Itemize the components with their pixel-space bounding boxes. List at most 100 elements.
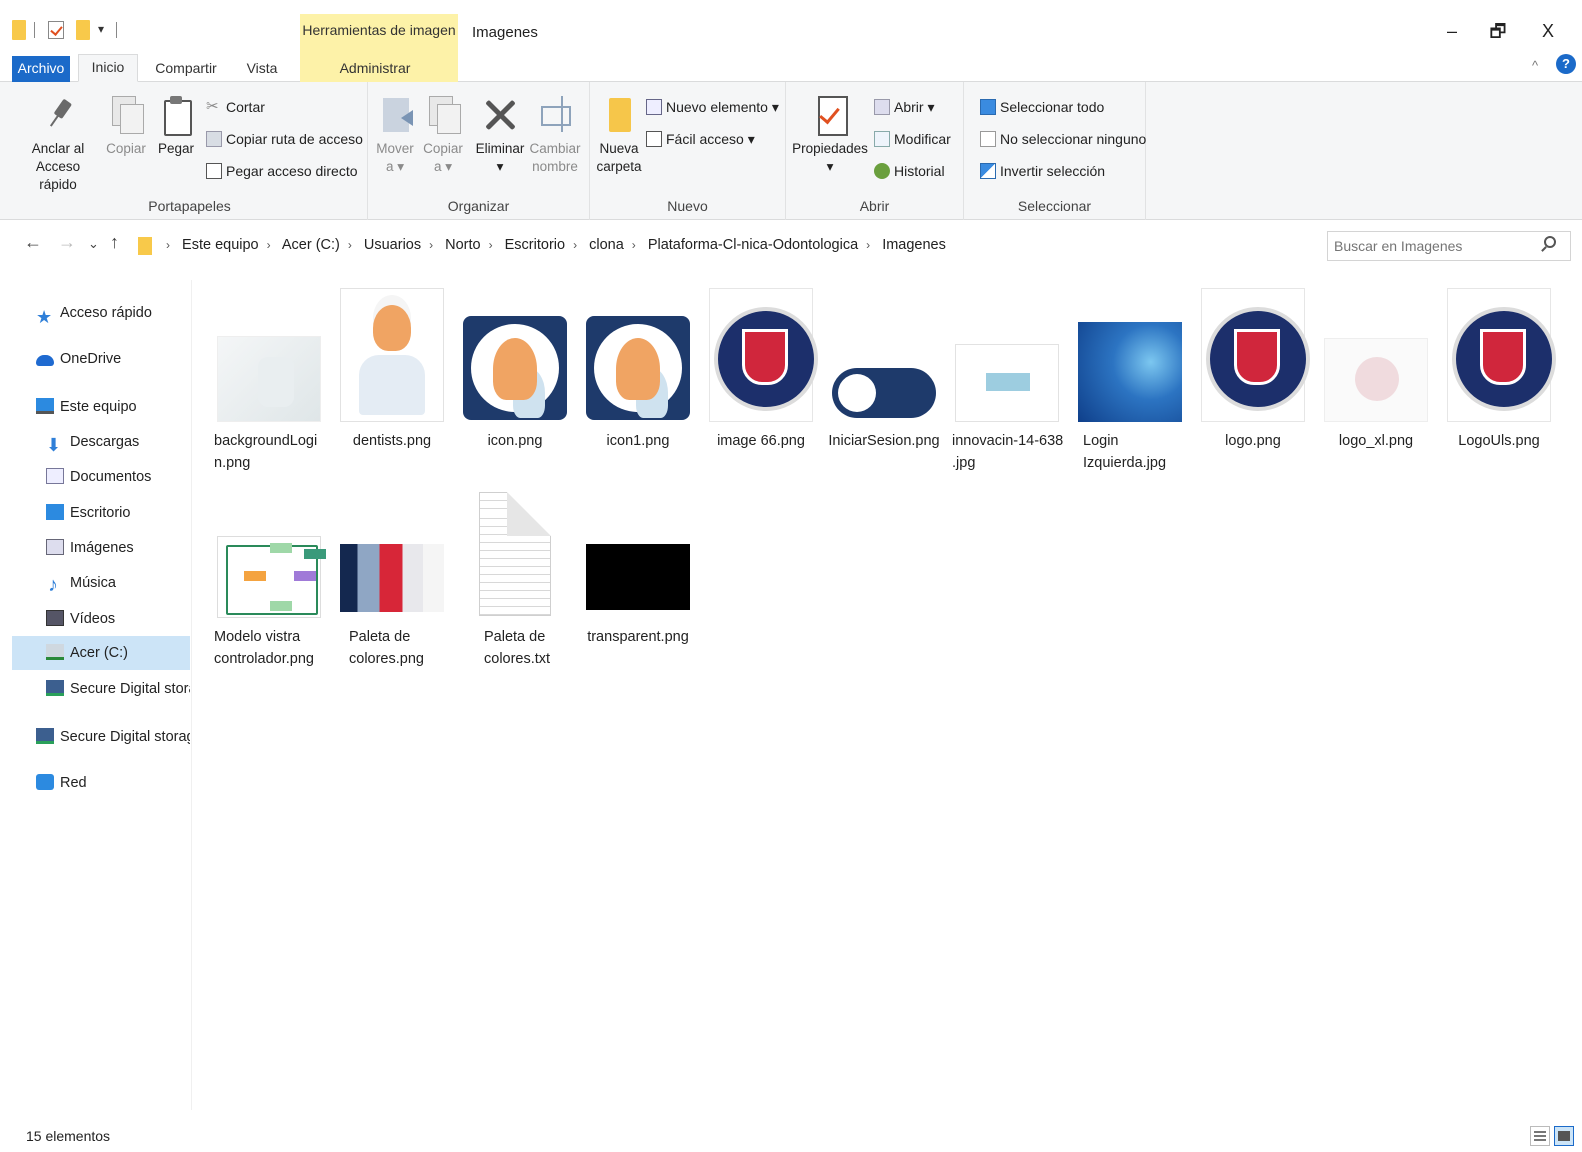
file-item-logo-xl[interactable]: logo_xl.png <box>1315 282 1437 452</box>
search-box[interactable] <box>1327 231 1571 261</box>
search-input[interactable] <box>1334 236 1534 256</box>
breadcrumb-separator[interactable]: › <box>267 238 271 252</box>
copy-button[interactable]: Copiar <box>104 94 148 158</box>
file-item-paleta-colores-png[interactable]: Paleta de colores.png <box>331 478 453 670</box>
collapse-ribbon-icon[interactable]: ^ <box>1532 58 1538 73</box>
image-thumbnail <box>217 336 321 422</box>
breadcrumb-separator[interactable]: › <box>429 238 433 252</box>
breadcrumb-plataforma[interactable]: Plataforma-Cl-nica-Odontologica <box>648 237 858 253</box>
file-item-backgroundlogin[interactable]: backgroundLogi n.png <box>208 282 330 474</box>
recent-locations-button[interactable]: ⌄ <box>88 236 99 252</box>
nav-item-acer-c[interactable]: Acer (C:) <box>12 636 190 670</box>
paste-shortcut-button[interactable]: Pegar acceso directo <box>206 160 358 182</box>
file-name: IniciarSesion.png <box>828 433 940 449</box>
breadcrumb-imagenes[interactable]: Imagenes <box>882 237 946 253</box>
nav-item-red[interactable]: Red <box>36 766 186 800</box>
file-name: innovacin-14-638 .jpg <box>952 433 1064 471</box>
file-item-modelo-vistra-controlador[interactable]: Modelo vistra controlador.png <box>208 478 330 670</box>
search-icon[interactable] <box>1544 236 1556 248</box>
file-item-icon[interactable]: icon.png <box>454 282 576 452</box>
restore-button[interactable]: 🗗 <box>1478 16 1518 46</box>
music-icon <box>46 568 64 600</box>
nav-item-imagenes[interactable]: Imágenes <box>46 531 186 565</box>
nav-item-musica[interactable]: Música <box>46 566 186 600</box>
file-item-logouls[interactable]: LogoUls.png <box>1438 282 1560 452</box>
help-icon[interactable]: ? <box>1556 54 1576 74</box>
breadcrumb-separator[interactable]: › <box>632 238 636 252</box>
new-item-button[interactable]: Nuevo elemento ▾ <box>646 96 779 118</box>
nav-item-secure-digital-1[interactable]: Secure Digital storage <box>46 672 190 706</box>
rename-button[interactable]: Cambiar nombre <box>528 94 582 176</box>
breadcrumb-norto[interactable]: Norto <box>445 237 480 253</box>
tab-administrar[interactable]: Administrar <box>330 56 420 82</box>
move-to-button[interactable]: Mover a ▾ <box>372 94 418 176</box>
nav-item-label: Este equipo <box>60 399 137 415</box>
nav-item-este-equipo[interactable]: Este equipo <box>36 390 186 424</box>
invert-selection-icon <box>980 163 996 179</box>
file-item-image-66[interactable]: image 66.png <box>700 282 822 452</box>
file-name: image 66.png <box>717 433 805 449</box>
file-item-icon1[interactable]: icon1.png <box>577 282 699 452</box>
back-button[interactable]: ← <box>24 232 42 253</box>
nav-item-label: Acer (C:) <box>70 645 128 661</box>
properties-button[interactable]: Propiedades ▾ <box>790 94 870 176</box>
nav-item-onedrive[interactable]: OneDrive <box>36 342 186 376</box>
image-thumbnail <box>1201 288 1310 422</box>
forward-button[interactable]: → <box>58 232 76 253</box>
select-all-label: Seleccionar todo <box>1000 99 1105 115</box>
tab-compartir[interactable]: Compartir <box>150 56 222 82</box>
select-none-button[interactable]: No seleccionar ninguno <box>980 128 1146 150</box>
breadcrumb-acer-c[interactable]: Acer (C:) <box>282 237 340 253</box>
nav-item-documentos[interactable]: Documentos <box>46 460 186 494</box>
file-item-transparent[interactable]: transparent.png <box>577 478 699 648</box>
file-item-dentists[interactable]: dentists.png <box>331 282 453 452</box>
file-item-iniciarsesion[interactable]: IniciarSesion.png <box>823 282 945 452</box>
copy-path-button[interactable]: Copiar ruta de acceso <box>206 128 363 150</box>
copy-label: Copiar <box>106 141 146 156</box>
tab-inicio[interactable]: Inicio <box>78 54 138 82</box>
new-folder-quick-access-icon[interactable] <box>76 20 90 40</box>
file-item-innovacin[interactable]: innovacin-14-638 .jpg <box>946 282 1068 474</box>
paste-button[interactable]: Pegar <box>154 94 198 158</box>
nav-item-secure-digital-2[interactable]: Secure Digital storage <box>36 720 190 754</box>
breadcrumb-separator[interactable]: › <box>866 238 870 252</box>
breadcrumb-separator[interactable]: › <box>489 238 493 252</box>
rename-label-2: nombre <box>532 159 578 174</box>
pin-quick-access-button[interactable]: Anclar al Acceso rápido <box>16 94 100 194</box>
nav-item-escritorio[interactable]: Escritorio <box>46 496 186 530</box>
customize-toolbar-icon[interactable]: ▾ <box>98 22 104 36</box>
details-view-icon[interactable] <box>1530 1126 1550 1146</box>
up-button[interactable]: ↑ <box>110 232 119 253</box>
new-folder-button[interactable]: Nueva carpeta <box>594 94 644 176</box>
file-item-logo[interactable]: logo.png <box>1192 282 1314 452</box>
nav-item-label: Secure Digital storage <box>60 729 190 745</box>
cut-button[interactable]: Cortar <box>206 96 265 118</box>
nav-item-videos[interactable]: Vídeos <box>46 602 186 636</box>
address-bar[interactable]: › Este equipo › Acer (C:) › Usuarios › Nort… <box>136 232 1449 260</box>
invert-selection-button[interactable]: Invertir selección <box>980 160 1105 182</box>
history-button[interactable]: Historial <box>874 160 945 182</box>
file-item-login-izquierda[interactable]: Login Izquierda.jpg <box>1069 282 1191 474</box>
select-all-button[interactable]: Seleccionar todo <box>980 96 1104 118</box>
easy-access-button[interactable]: Fácil acceso ▾ <box>646 128 755 150</box>
nav-item-acceso-rapido[interactable]: Acceso rápido <box>36 296 186 330</box>
close-button[interactable]: X <box>1528 16 1568 46</box>
breadcrumb-usuarios[interactable]: Usuarios <box>364 237 421 253</box>
breadcrumb-clona[interactable]: clona <box>589 237 624 253</box>
breadcrumb-separator[interactable]: › <box>348 238 352 252</box>
image-thumbnail <box>586 544 690 610</box>
breadcrumb-este-equipo[interactable]: Este equipo <box>182 237 259 253</box>
breadcrumb-separator[interactable]: › <box>573 238 577 252</box>
properties-quick-access-icon[interactable] <box>48 21 64 39</box>
copy-to-button[interactable]: Copiar a ▾ <box>420 94 466 176</box>
edit-button[interactable]: Modificar <box>874 128 951 150</box>
delete-button[interactable]: Eliminar ▾ <box>472 94 528 176</box>
open-button[interactable]: Abrir ▾ <box>874 96 934 118</box>
minimize-button[interactable]: – <box>1432 16 1472 46</box>
tab-archivo[interactable]: Archivo <box>12 56 70 82</box>
breadcrumb-escritorio[interactable]: Escritorio <box>505 237 565 253</box>
file-item-paleta-colores-txt[interactable]: Paleta de colores.txt <box>454 478 576 670</box>
tab-vista[interactable]: Vista <box>238 56 286 82</box>
large-icons-view-icon[interactable] <box>1554 1126 1574 1146</box>
nav-item-descargas[interactable]: Descargas <box>46 425 186 459</box>
